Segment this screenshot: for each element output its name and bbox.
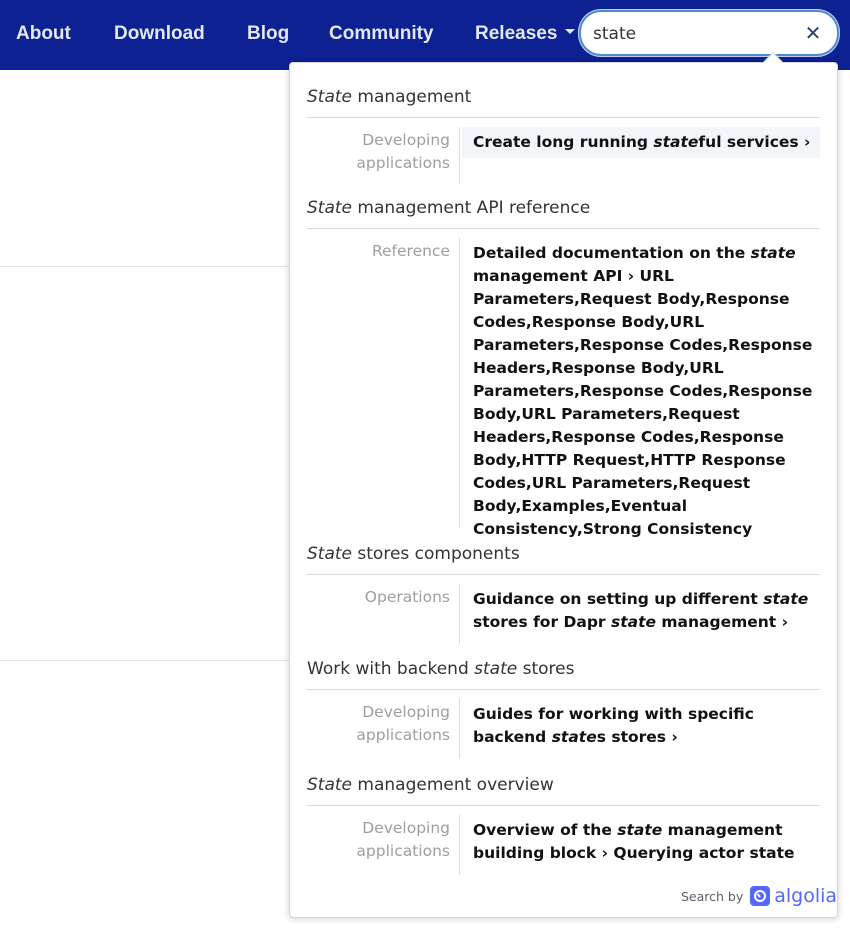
result-group-title[interactable]: State management API reference <box>307 195 820 229</box>
page-divider <box>0 266 290 267</box>
page-divider <box>0 660 290 661</box>
caret-down-icon <box>565 29 576 35</box>
nav-link-community[interactable]: Community <box>329 20 434 48</box>
result-category: Operations <box>364 588 450 606</box>
nav-link-about[interactable]: About <box>16 20 71 48</box>
search-by-label: Search by <box>681 888 744 904</box>
result-group: Work with backend state stores Developin… <box>307 656 820 759</box>
result-item[interactable]: Overview of the state management buildin… <box>462 815 820 869</box>
search-by-algolia-link[interactable]: Search by algolia <box>681 883 837 909</box>
result-category: Developing applications <box>356 131 450 172</box>
result-group-title[interactable]: State management <box>307 84 820 118</box>
result-item[interactable]: Guidance on setting up different state s… <box>462 584 820 638</box>
nav-link-blog[interactable]: Blog <box>247 20 289 48</box>
algolia-wordmark: algolia <box>774 885 838 907</box>
algolia-logo-icon <box>750 886 771 906</box>
result-group-title[interactable]: Work with backend state stores <box>307 656 820 690</box>
releases-label: Releases <box>475 23 558 44</box>
result-row: Developing applications Create long runn… <box>307 127 820 184</box>
result-category: Reference <box>371 242 450 260</box>
result-group-title[interactable]: State management overview <box>307 772 820 806</box>
result-row: Developing applications Guides for worki… <box>307 699 820 759</box>
result-group-title[interactable]: State stores components <box>307 541 820 575</box>
nav-link-download[interactable]: Download <box>114 20 205 48</box>
result-group: State management Developing applications… <box>307 84 820 184</box>
clear-search-icon[interactable]: ✕ <box>803 23 823 43</box>
search-box: ✕ <box>579 10 839 56</box>
nav-dropdown-releases[interactable]: Releases <box>475 20 576 48</box>
result-item[interactable]: Create long running stateful services › <box>462 127 820 158</box>
result-category: Developing applications <box>356 703 450 744</box>
search-input[interactable] <box>593 22 793 46</box>
result-row: Developing applications Overview of the … <box>307 815 820 875</box>
top-navbar: About Download Blog Community Releases ✕ <box>0 0 850 70</box>
result-category: Developing applications <box>356 819 450 860</box>
result-item[interactable]: Detailed documentation on the state mana… <box>462 238 820 545</box>
result-item[interactable]: Guides for working with specific backend… <box>462 699 820 753</box>
result-group: State stores components Operations Guida… <box>307 541 820 644</box>
result-row: Operations Guidance on setting up differ… <box>307 584 820 644</box>
result-group: State management overview Developing app… <box>307 772 820 875</box>
result-group: State management API reference Reference… <box>307 195 820 538</box>
result-row: Reference Detailed documentation on the … <box>307 238 820 538</box>
